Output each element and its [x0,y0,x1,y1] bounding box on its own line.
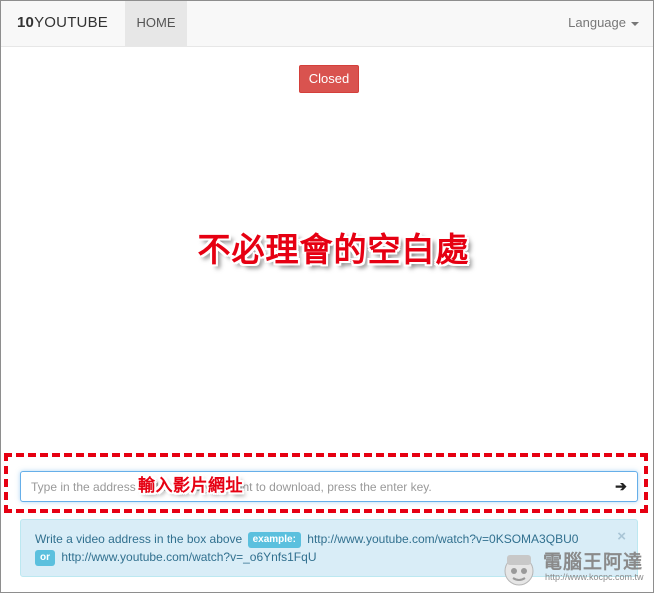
blank-area-annotation: 不必理會的空白處 [197,230,470,269]
nav-home-link[interactable]: HOME [125,1,187,46]
or-badge: or [35,550,55,566]
alert-text: Write a video address in the box above [35,532,243,546]
caret-down-icon [631,21,639,26]
brand-suffix: YOUTUBE [34,14,109,31]
example-link-1[interactable]: http://www.youtube.com/watch?v=0KSOMA3QB… [307,532,578,546]
url-input-group: ➔ [20,471,638,502]
arrow-right-icon: ➔ [615,478,627,494]
brand-logo[interactable]: 10YOUTUBE [17,1,108,46]
watermark-name: 電腦王阿達 [543,551,644,573]
alert-line-1: Write a video address in the box above e… [35,532,578,548]
input-annotation: 輸入影片網址 [138,476,243,496]
submit-button[interactable]: ➔ [605,472,637,501]
alert-line-2: or http://www.youtube.com/watch?v=_o6Ynf… [35,550,316,566]
example-link-2[interactable]: http://www.youtube.com/watch?v=_o6Ynfs1F… [61,550,316,564]
closed-status-button[interactable]: Closed [299,65,359,93]
navbar: 10YOUTUBE HOME Language [1,1,653,47]
app-window: 10YOUTUBE HOME Language Closed 不必理會的空白處 … [0,0,654,593]
close-icon[interactable]: × [617,528,626,545]
example-badge: example: [247,532,301,548]
language-dropdown[interactable]: Language [568,1,639,46]
watermark: 電腦王阿達 http://www.kocpc.com.tw [499,547,649,591]
watermark-url: http://www.kocpc.com.tw [545,572,644,582]
url-input[interactable] [21,472,601,501]
language-label: Language [568,15,626,30]
mascot-icon [504,555,534,586]
brand-prefix: 10 [17,14,35,31]
